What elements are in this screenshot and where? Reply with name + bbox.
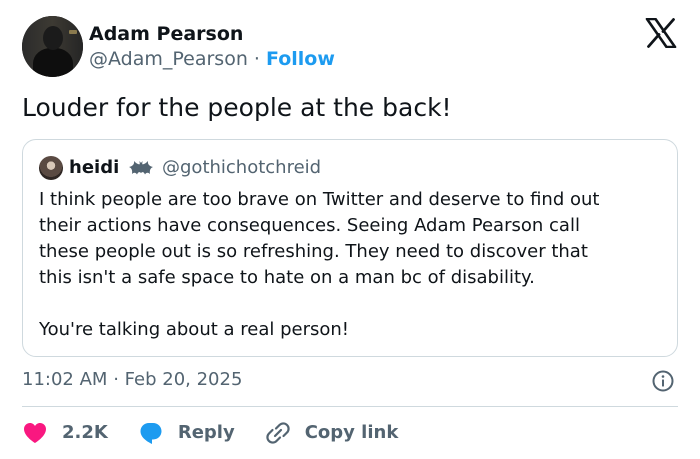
tweet-text: Louder for the people at the back! bbox=[22, 93, 452, 122]
quote-text: I think people are too brave on Twitter … bbox=[39, 187, 599, 343]
author-name[interactable]: Adam Pearson bbox=[89, 22, 243, 46]
quote-text-closing: You're talking about a real person! bbox=[39, 319, 349, 340]
speech-bubble-icon bbox=[140, 423, 162, 444]
tweet-timestamp[interactable]: 11:02 AM · Feb 20, 2025 bbox=[22, 368, 242, 392]
x-logo-icon[interactable] bbox=[645, 18, 677, 48]
author-handle-row: @Adam_Pearson · Follow bbox=[89, 47, 335, 71]
tweet-time: 11:02 AM bbox=[22, 369, 108, 390]
link-icon bbox=[266, 422, 290, 444]
heart-icon bbox=[24, 423, 46, 443]
tweet-actions: 2.2K Reply Copy link bbox=[22, 419, 398, 447]
reply-label: Reply bbox=[177, 422, 235, 443]
handle-separator: · bbox=[253, 48, 260, 70]
like-button[interactable]: 2.2K bbox=[22, 420, 108, 446]
avatar-figure-body bbox=[33, 48, 73, 77]
avatar-backdrop-logo bbox=[69, 30, 77, 34]
bat-icon bbox=[129, 161, 153, 175]
copy-link-label: Copy link bbox=[304, 422, 399, 443]
actions-divider bbox=[22, 406, 678, 407]
author-handle[interactable]: @Adam_Pearson bbox=[89, 48, 248, 70]
author-avatar[interactable] bbox=[22, 16, 83, 77]
reply-button[interactable]: Reply bbox=[138, 420, 235, 446]
like-count: 2.2K bbox=[62, 422, 108, 443]
quote-text-line: this isn't a safe space to hate on a man… bbox=[39, 267, 535, 288]
copy-link-button[interactable]: Copy link bbox=[265, 420, 399, 446]
quote-author-name[interactable]: heidi bbox=[69, 156, 119, 180]
quote-author-handle[interactable]: @gothichotchreid bbox=[162, 156, 321, 180]
tweet-date: Feb 20, 2025 bbox=[124, 369, 243, 390]
quote-text-line: their actions have consequences. Seeing … bbox=[39, 215, 580, 236]
info-icon[interactable] bbox=[651, 369, 675, 393]
follow-button[interactable]: Follow bbox=[266, 48, 335, 70]
quote-text-line: I think people are too brave on Twitter … bbox=[39, 189, 600, 210]
meta-separator: · bbox=[113, 369, 119, 390]
avatar-figure-head bbox=[43, 26, 63, 50]
quoted-tweet[interactable]: heidi @gothichotchreid I think people ar… bbox=[22, 139, 678, 357]
quote-text-line: these people out is so refreshing. They … bbox=[39, 241, 588, 262]
quote-avatar[interactable] bbox=[39, 156, 63, 180]
